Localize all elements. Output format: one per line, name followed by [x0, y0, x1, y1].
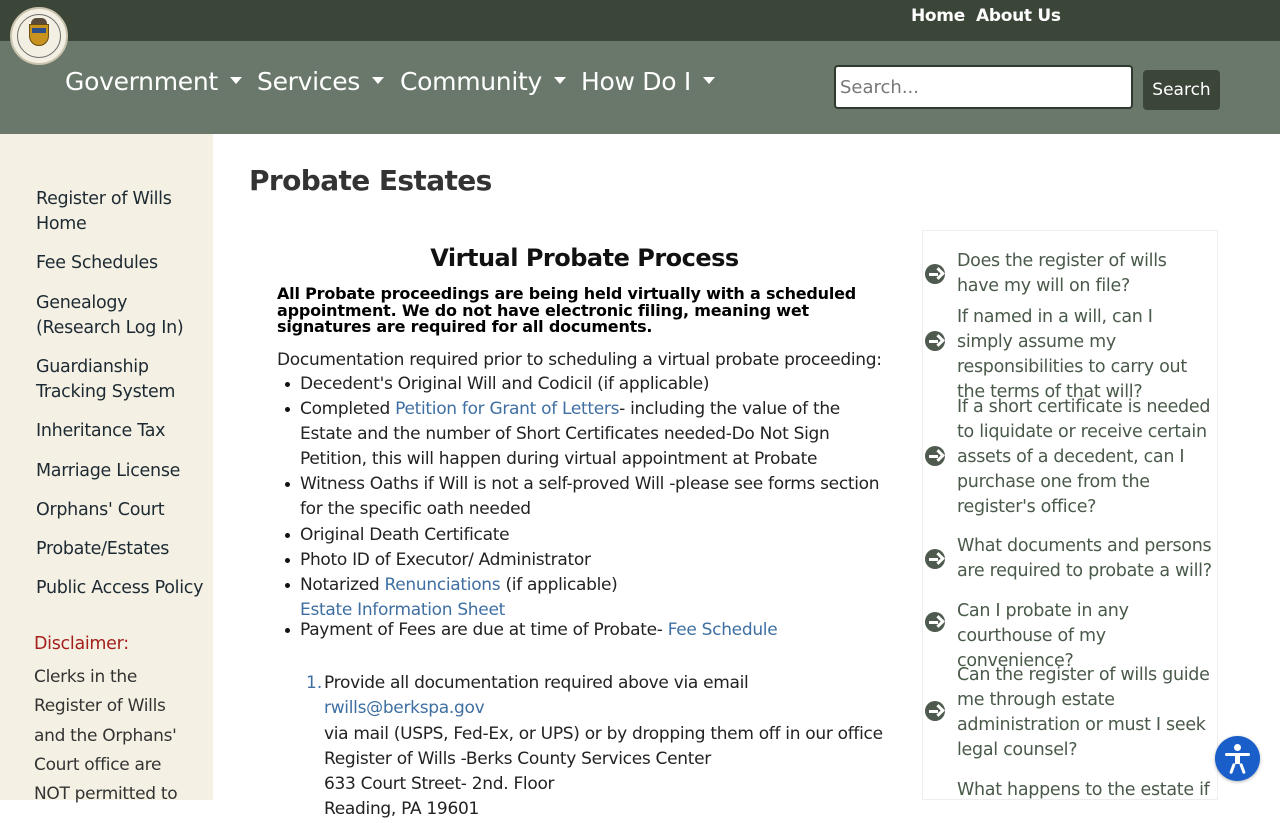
nav-label: How Do I	[581, 67, 691, 96]
faq-question: What documents and persons are required …	[957, 536, 1212, 582]
list-item: Decedent's Original Will and Codicil (if…	[285, 372, 890, 397]
nav-label: Community	[400, 67, 542, 96]
nav-how-do-i[interactable]: How Do I	[581, 67, 715, 96]
arrow-right-circle-icon	[925, 701, 945, 721]
seal-shield	[29, 24, 49, 46]
faq-item[interactable]: If named in a will, can I simply assume …	[923, 305, 1219, 402]
faq-item[interactable]: Does the register of wills have my will …	[923, 241, 1219, 296]
accessibility-icon-leg	[1229, 762, 1236, 775]
chevron-down-icon	[554, 76, 566, 84]
sidebar-item-fee-schedules[interactable]: Fee Schedules	[36, 251, 206, 276]
email-link[interactable]: rwills@berkspa.gov	[324, 698, 485, 718]
nav-label: Services	[257, 67, 361, 96]
sidebar: Register of Wills Home Fee Schedules Gen…	[0, 134, 213, 804]
disclaimer-title: Disclaimer:	[34, 634, 129, 654]
sidebar-item-inheritance-tax[interactable]: Inheritance Tax	[36, 419, 206, 444]
faq-question: Does the register of wills have my will …	[957, 251, 1167, 297]
accessibility-icon	[1234, 744, 1241, 751]
list-item: Photo ID of Executor/ Administrator	[285, 548, 890, 573]
sidebar-item-marriage-license[interactable]: Marriage License	[36, 459, 206, 484]
faq-item[interactable]: What happens to the estate if	[923, 778, 1219, 801]
nav-community[interactable]: Community	[400, 67, 566, 96]
list-item-text: Payment of Fees are due at time of Proba…	[300, 620, 668, 640]
chevron-down-icon	[372, 76, 385, 84]
list-item-text: (if applicable)	[500, 575, 618, 595]
list-item-text: Notarized	[300, 575, 385, 595]
accessibility-icon-leg	[1239, 762, 1246, 775]
nav-services[interactable]: Services	[257, 67, 385, 96]
estate-information-sheet-link[interactable]: Estate Information Sheet	[300, 600, 505, 620]
chevron-down-icon	[702, 76, 715, 84]
documentation-intro: Documentation required prior to scheduli…	[277, 350, 882, 370]
step-text: via mail (USPS, Fed-Ex, or UPS) or by dr…	[324, 723, 883, 744]
sidebar-item-register-of-wills-home[interactable]: Register of Wills Home	[36, 187, 206, 237]
list-item-text: Completed	[300, 399, 396, 419]
step-text: Provide all documentation required above…	[324, 673, 749, 693]
step-number: 1.	[306, 673, 323, 693]
county-seal-icon[interactable]	[10, 7, 68, 65]
arrow-right-circle-icon	[925, 612, 945, 632]
search-button[interactable]: Search	[1143, 70, 1220, 110]
arrow-right-circle-icon	[925, 446, 945, 466]
nav-government[interactable]: Government	[65, 67, 242, 96]
page-title: Probate Estates	[249, 164, 492, 197]
sidebar-item-guardianship[interactable]: Guardianship Tracking System	[36, 355, 206, 405]
sidebar-item-genealogy[interactable]: Genealogy (Research Log In)	[36, 291, 206, 341]
faq-item[interactable]: Can I probate in any courthouse of my co…	[923, 599, 1219, 671]
main-navigation: Government Services Community How Do I S…	[0, 41, 1280, 134]
accessibility-button[interactable]	[1215, 736, 1260, 781]
chevron-down-icon	[229, 76, 242, 84]
faq-question: What happens to the estate if	[957, 780, 1210, 800]
list-item: Original Death Certificate	[285, 523, 890, 548]
arrow-right-circle-icon	[925, 331, 945, 351]
home-link[interactable]: Home	[911, 6, 965, 26]
nav-label: Government	[65, 67, 218, 96]
petition-link[interactable]: Petition for Grant of Letters	[395, 399, 619, 419]
list-item: Notarized Renunciations (if applicable)	[285, 573, 890, 598]
faq-item[interactable]: What documents and persons are required …	[923, 534, 1219, 585]
virtual-notice: All Probate proceedings are being held v…	[277, 284, 857, 337]
about-us-link[interactable]: About Us	[976, 6, 1061, 26]
office-street: 633 Court Street- 2nd. Floor	[324, 774, 555, 795]
renunciations-link[interactable]: Renunciations	[385, 575, 501, 595]
search-input[interactable]	[834, 65, 1133, 109]
top-bar: Home About Us	[0, 0, 1280, 41]
office-city: Reading, PA 19601	[324, 799, 479, 820]
sidebar-item-orphans-court[interactable]: Orphans' Court	[36, 498, 206, 523]
arrow-right-circle-icon	[925, 549, 945, 569]
sidebar-item-public-access-policy[interactable]: Public Access Policy	[36, 576, 206, 601]
arrow-right-circle-icon	[925, 264, 945, 284]
office-name: Register of Wills -Berks County Services…	[324, 748, 711, 769]
faq-item[interactable]: If a short certificate is needed to liqu…	[923, 395, 1219, 521]
section-title: Virtual Probate Process	[430, 244, 739, 272]
faq-question: If a short certificate is needed to liqu…	[957, 397, 1211, 518]
list-item: Payment of Fees are due at time of Proba…	[285, 618, 890, 643]
list-item: Witness Oaths if Will is not a self-prov…	[285, 472, 890, 522]
step-1: Provide all documentation required above…	[324, 671, 904, 823]
faq-panel: Does the register of wills have my will …	[922, 230, 1218, 800]
faq-item[interactable]: Can the register of wills guide me throu…	[923, 663, 1219, 764]
list-item: Completed Petition for Grant of Letters-…	[285, 397, 890, 472]
faq-question: If named in a will, can I simply assume …	[957, 307, 1187, 403]
disclaimer-text: Clerks in the Register of Wills and the …	[34, 667, 178, 805]
fee-schedule-link[interactable]: Fee Schedule	[668, 620, 778, 640]
faq-question: Can the register of wills guide me throu…	[957, 665, 1210, 761]
sidebar-item-probate-estates[interactable]: Probate/Estates	[36, 537, 206, 562]
